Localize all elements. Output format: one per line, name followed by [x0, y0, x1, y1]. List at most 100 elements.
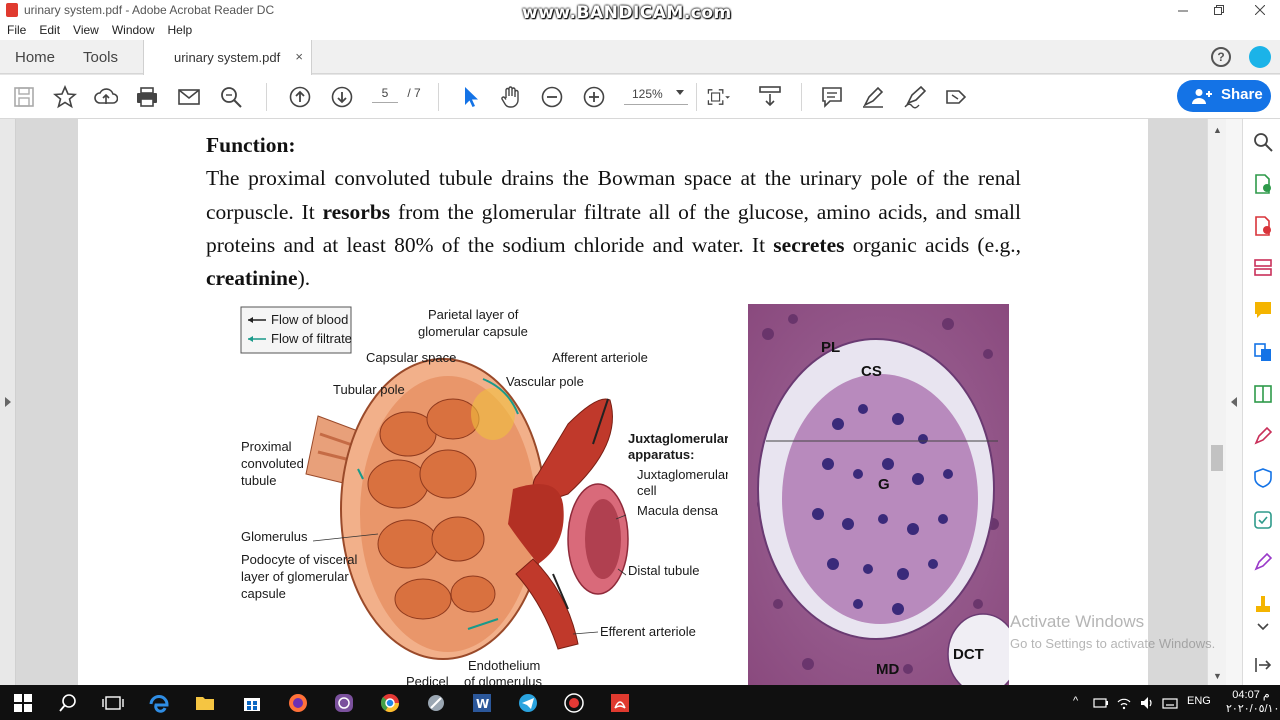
svg-text:W: W — [476, 697, 489, 711]
clock-date: ٢٠٢٠/٠٥/١٠ — [1226, 703, 1280, 715]
sign-icon[interactable] — [903, 85, 927, 109]
bookmark-star-icon[interactable] — [53, 85, 77, 109]
volume-icon[interactable] — [1139, 695, 1155, 711]
upload-icon[interactable] — [94, 85, 118, 109]
menu-file[interactable]: File — [7, 23, 26, 37]
page-total: / 7 — [407, 86, 421, 100]
word-icon[interactable]: W — [471, 692, 493, 714]
label-parietal-2: glomerular capsule — [418, 324, 528, 339]
edit-pdf-icon[interactable] — [1253, 258, 1273, 278]
email-icon[interactable] — [177, 85, 201, 109]
tab-tools[interactable]: Tools — [83, 49, 118, 66]
legend-filtrate: Flow of filtrate — [271, 331, 352, 346]
comment-icon[interactable] — [820, 85, 844, 109]
create-pdf-icon[interactable] — [1253, 216, 1273, 236]
select-cursor-icon[interactable] — [459, 85, 483, 109]
minimize-button[interactable] — [1163, 0, 1203, 20]
clock[interactable]: 04:07 م ٢٠٢٠/٠٥/١٠ — [1226, 688, 1280, 716]
chrome-icon[interactable] — [379, 692, 401, 714]
record-icon[interactable] — [563, 692, 585, 714]
fill-sign-icon[interactable] — [1253, 426, 1273, 446]
right-pane-toggle[interactable] — [1226, 119, 1242, 685]
prev-page-icon[interactable] — [288, 85, 312, 109]
vertical-scrollbar[interactable]: ▲ ▼ — [1207, 119, 1226, 685]
close-icon — [1255, 5, 1265, 15]
language-indicator[interactable]: ENG — [1187, 695, 1211, 707]
restore-button[interactable] — [1199, 0, 1239, 20]
next-page-icon[interactable] — [330, 85, 354, 109]
chevron-left-icon — [1231, 397, 1237, 407]
acrobat-app-icon — [6, 3, 18, 17]
menu-help[interactable]: Help — [168, 23, 193, 37]
highlight-pen-icon[interactable] — [861, 85, 885, 109]
left-panel-toggle[interactable] — [0, 119, 16, 685]
toolbar: 5 / 7 125% — [0, 75, 1280, 119]
keyboard-icon[interactable] — [1162, 695, 1178, 711]
fill-sign-icon[interactable] — [944, 85, 968, 109]
label-proximal-3: tubule — [241, 473, 276, 488]
activate-windows-title: Activate Windows — [1010, 612, 1145, 631]
label-jga-2: apparatus: — [628, 447, 694, 462]
tools-app-icon[interactable] — [425, 692, 447, 714]
export-pdf-icon[interactable] — [1253, 174, 1273, 194]
label-proximal-1: Proximal — [241, 439, 292, 454]
comment-icon[interactable] — [1253, 300, 1273, 320]
file-explorer-icon[interactable] — [194, 692, 216, 714]
firefox-icon[interactable] — [287, 692, 309, 714]
share-button[interactable]: Share — [1177, 80, 1271, 112]
scroll-down-icon[interactable]: ▼ — [1213, 671, 1222, 681]
toolbar-separator — [696, 83, 697, 111]
save-icon[interactable] — [12, 85, 36, 109]
toolbar-separator — [438, 83, 439, 111]
zoom-out-icon[interactable] — [540, 85, 564, 109]
edge-browser-icon[interactable] — [148, 692, 170, 714]
window-title: urinary system.pdf - Adobe Acrobat Reade… — [24, 3, 275, 17]
avatar[interactable] — [1249, 46, 1271, 68]
print-icon[interactable] — [135, 85, 159, 109]
term-resorbs: resorbs — [322, 199, 391, 224]
restore-icon — [1214, 5, 1224, 15]
acrobat-taskbar-icon[interactable] — [609, 692, 631, 714]
collapse-pane-icon[interactable] — [1253, 655, 1273, 675]
menu-view[interactable]: View — [73, 23, 99, 37]
wifi-icon[interactable] — [1116, 695, 1132, 711]
sign-pen-icon[interactable] — [1253, 552, 1273, 572]
page-number-input[interactable]: 5 — [372, 86, 398, 103]
task-view-icon[interactable] — [102, 692, 124, 714]
label-proximal-2: convoluted — [241, 456, 304, 471]
scrollbar-thumb[interactable] — [1211, 445, 1223, 471]
store-icon[interactable] — [241, 692, 263, 714]
legend-blood: Flow of blood — [271, 312, 348, 327]
close-button[interactable] — [1240, 0, 1280, 20]
send-for-review-icon[interactable] — [1253, 510, 1273, 530]
scroll-mode-icon[interactable] — [758, 85, 782, 109]
combine-files-icon[interactable] — [1253, 342, 1273, 362]
organize-pages-icon[interactable] — [1253, 384, 1273, 404]
zoom-select[interactable]: 125% — [624, 87, 688, 105]
menu-window[interactable]: Window — [112, 23, 155, 37]
scroll-up-icon[interactable]: ▲ — [1213, 125, 1222, 135]
tab-home[interactable]: Home — [15, 49, 55, 66]
stamp-icon[interactable] — [1253, 594, 1273, 614]
chevron-down-icon[interactable] — [1253, 617, 1273, 637]
search-icon[interactable] — [219, 85, 243, 109]
menu-edit[interactable]: Edit — [39, 23, 60, 37]
zoom-in-icon[interactable] — [582, 85, 606, 109]
hand-icon[interactable] — [499, 85, 523, 109]
micro-label-g: G — [878, 476, 890, 493]
viber-icon[interactable] — [333, 692, 355, 714]
protect-shield-icon[interactable] — [1253, 468, 1273, 488]
battery-icon[interactable] — [1093, 695, 1109, 711]
activate-windows-subtitle: Go to Settings to activate Windows. — [1010, 636, 1216, 651]
fit-page-icon[interactable] — [706, 85, 730, 109]
tab-document[interactable]: urinary system.pdf × — [143, 40, 312, 75]
close-tab-icon[interactable]: × — [295, 49, 303, 64]
help-icon[interactable]: ? — [1211, 47, 1231, 67]
micro-label-cs: CS — [861, 363, 882, 380]
windows-start-icon[interactable] — [12, 692, 34, 714]
search-icon[interactable] — [1253, 132, 1273, 152]
tray-chevron-up-icon[interactable]: ^ — [1073, 695, 1078, 707]
telegram-icon[interactable] — [517, 692, 539, 714]
paragraph-text: ). — [297, 266, 311, 291]
search-icon[interactable] — [57, 692, 79, 714]
